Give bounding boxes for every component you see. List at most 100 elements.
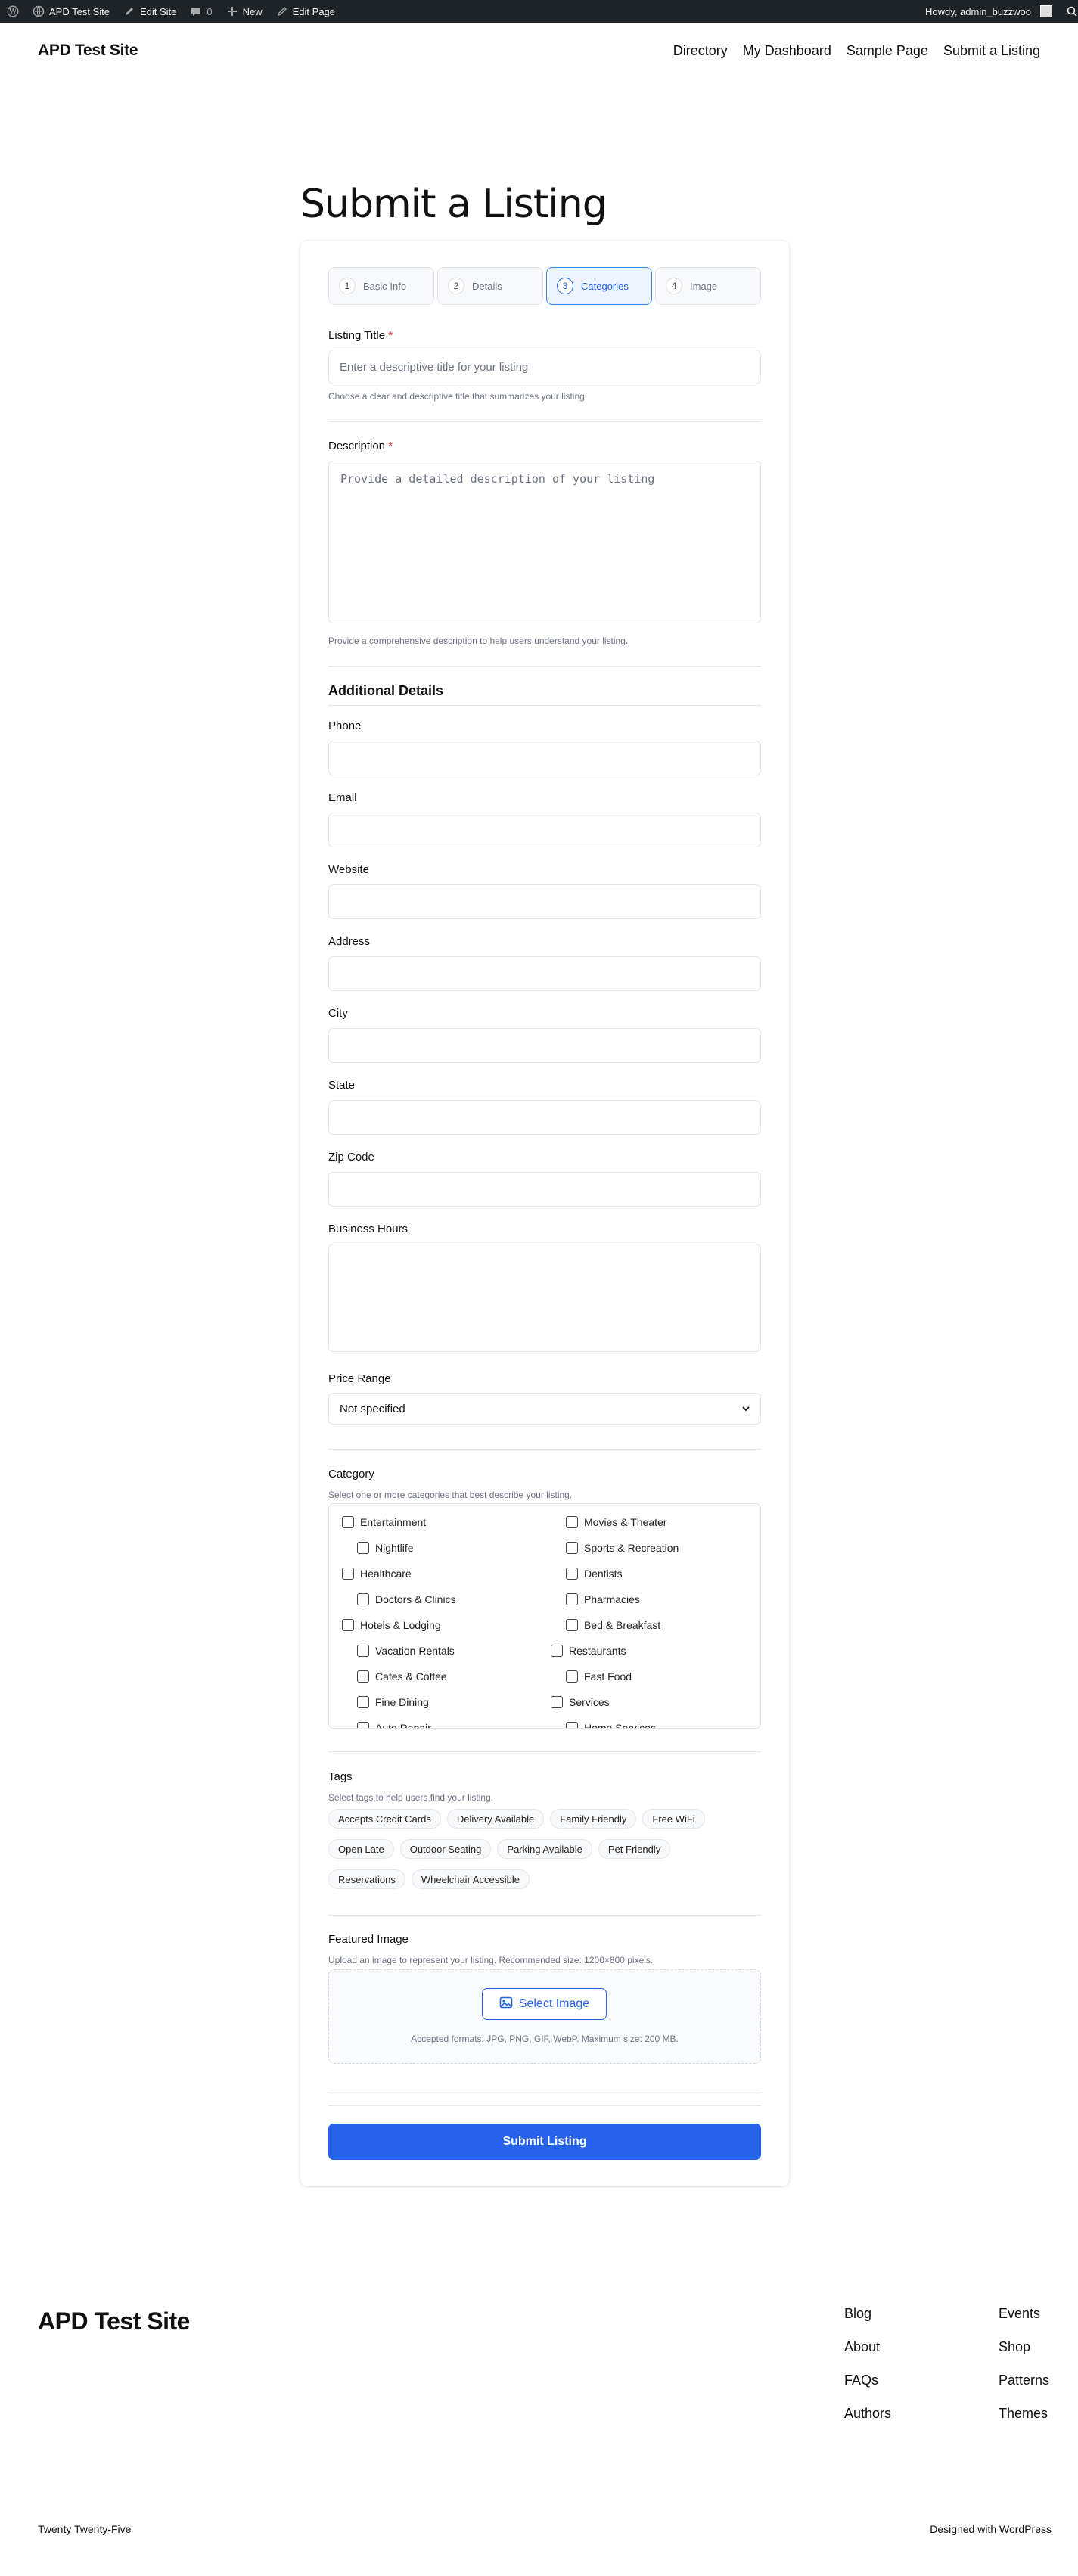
- category-fast-food[interactable]: Fast Food: [566, 1669, 632, 1684]
- new-content-menu[interactable]: New: [219, 0, 269, 23]
- description-textarea[interactable]: Provide a detailed description of your l…: [328, 461, 761, 623]
- footer-nav-column-1: Blog About FAQs Authors: [844, 2306, 891, 2439]
- category-hotels-lodging[interactable]: Hotels & Lodging: [342, 1617, 441, 1633]
- nav-my-dashboard[interactable]: My Dashboard: [743, 43, 831, 59]
- category-checklist[interactable]: Entertainment Movies & Theater Nightlife…: [328, 1503, 761, 1729]
- category-nightlife[interactable]: Nightlife: [357, 1540, 414, 1555]
- divider: [328, 1751, 761, 1752]
- category-doctors-clinics[interactable]: Doctors & Clinics: [357, 1592, 456, 1607]
- tag-reservations[interactable]: Reservations: [328, 1869, 405, 1889]
- footer-link-faqs[interactable]: FAQs: [844, 2372, 891, 2406]
- tag-outdoor-seating[interactable]: Outdoor Seating: [399, 1839, 492, 1859]
- tag-pet-friendly[interactable]: Pet Friendly: [598, 1839, 671, 1859]
- step-basic-info[interactable]: 1 Basic Info: [328, 267, 434, 305]
- footer-link-events[interactable]: Events: [999, 2306, 1049, 2339]
- checkbox[interactable]: [342, 1619, 354, 1631]
- category-sports-recreation[interactable]: Sports & Recreation: [566, 1540, 679, 1555]
- category-restaurants[interactable]: Restaurants: [551, 1643, 626, 1658]
- checkbox[interactable]: [357, 1670, 369, 1683]
- checkbox[interactable]: [551, 1645, 563, 1657]
- my-account-menu[interactable]: Howdy, admin_buzzwoo: [918, 0, 1059, 23]
- footer-link-authors[interactable]: Authors: [844, 2406, 891, 2439]
- category-movies-theater[interactable]: Movies & Theater: [566, 1515, 666, 1530]
- zip-code-input[interactable]: [328, 1172, 761, 1207]
- step-categories[interactable]: 3 Categories: [546, 267, 652, 305]
- footer-link-blog[interactable]: Blog: [844, 2306, 891, 2339]
- comment-icon: [190, 5, 202, 17]
- wordpress-link[interactable]: WordPress: [999, 2523, 1052, 2535]
- step-label: Basic Info: [363, 280, 407, 292]
- step-image[interactable]: 4 Image: [655, 267, 761, 305]
- footer-site-title[interactable]: APD Test Site: [38, 2307, 190, 2335]
- category-label-text: Vacation Rentals: [375, 1645, 455, 1657]
- checkbox[interactable]: [357, 1722, 369, 1728]
- nav-submit-listing[interactable]: Submit a Listing: [943, 43, 1040, 59]
- edit-page-link[interactable]: Edit Page: [269, 0, 342, 23]
- tag-free-wifi[interactable]: Free WiFi: [642, 1809, 705, 1829]
- category-bed-breakfast[interactable]: Bed & Breakfast: [566, 1617, 660, 1633]
- divider: [328, 1449, 761, 1450]
- business-hours-textarea[interactable]: [328, 1244, 761, 1352]
- site-title[interactable]: APD Test Site: [38, 42, 138, 60]
- admin-site-name[interactable]: APD Test Site: [26, 0, 116, 23]
- category-vacation-rentals[interactable]: Vacation Rentals: [357, 1643, 455, 1658]
- admin-search[interactable]: [1059, 0, 1078, 23]
- footer-link-shop[interactable]: Shop: [999, 2339, 1049, 2372]
- website-input[interactable]: [328, 884, 761, 919]
- category-fine-dining[interactable]: Fine Dining: [357, 1695, 429, 1710]
- category-entertainment[interactable]: Entertainment: [342, 1515, 426, 1530]
- checkbox[interactable]: [357, 1542, 369, 1554]
- tag-wheelchair-accessible[interactable]: Wheelchair Accessible: [411, 1869, 530, 1889]
- phone-input[interactable]: [328, 741, 761, 775]
- checkbox[interactable]: [566, 1516, 578, 1528]
- image-upload-area[interactable]: Select Image Accepted formats: JPG, PNG,…: [328, 1969, 761, 2064]
- checkbox[interactable]: [566, 1722, 578, 1728]
- submit-listing-button[interactable]: Submit Listing: [328, 2124, 761, 2160]
- category-pharmacies[interactable]: Pharmacies: [566, 1592, 640, 1607]
- city-input[interactable]: [328, 1028, 761, 1063]
- nav-sample-page[interactable]: Sample Page: [847, 43, 928, 59]
- checkbox[interactable]: [566, 1593, 578, 1605]
- state-input[interactable]: [328, 1100, 761, 1135]
- checkbox[interactable]: [342, 1516, 354, 1528]
- category-home-services[interactable]: Home Services: [566, 1720, 656, 1728]
- theme-name: Twenty Twenty-Five: [38, 2523, 132, 2535]
- checkbox[interactable]: [357, 1696, 369, 1708]
- comments-link[interactable]: 0: [183, 0, 219, 23]
- nav-directory[interactable]: Directory: [673, 43, 728, 59]
- category-healthcare[interactable]: Healthcare: [342, 1566, 412, 1581]
- price-range-select[interactable]: Not specified: [328, 1393, 761, 1425]
- home-icon: [33, 5, 45, 17]
- footer-link-themes[interactable]: Themes: [999, 2406, 1049, 2439]
- tag-family-friendly[interactable]: Family Friendly: [550, 1809, 637, 1829]
- footer-link-about[interactable]: About: [844, 2339, 891, 2372]
- checkbox[interactable]: [551, 1696, 563, 1708]
- footer-link-patterns[interactable]: Patterns: [999, 2372, 1049, 2406]
- checkbox[interactable]: [566, 1670, 578, 1683]
- tag-accepts-credit-cards[interactable]: Accepts Credit Cards: [328, 1809, 441, 1829]
- email-input[interactable]: [328, 813, 761, 847]
- category-services[interactable]: Services: [551, 1695, 610, 1710]
- category-dentists[interactable]: Dentists: [566, 1566, 623, 1581]
- category-cafes-coffee[interactable]: Cafes & Coffee: [357, 1669, 447, 1684]
- tag-open-late[interactable]: Open Late: [328, 1839, 394, 1859]
- checkbox[interactable]: [357, 1645, 369, 1657]
- checkbox[interactable]: [566, 1568, 578, 1580]
- wordpress-logo-menu[interactable]: W: [0, 0, 26, 23]
- checkbox[interactable]: [357, 1593, 369, 1605]
- listing-title-input[interactable]: Enter a descriptive title for your listi…: [328, 350, 761, 384]
- edit-site-link[interactable]: Edit Site: [116, 0, 183, 23]
- step-details[interactable]: 2 Details: [437, 267, 543, 305]
- image-icon: [499, 1996, 513, 2013]
- select-image-button[interactable]: Select Image: [482, 1988, 607, 2020]
- tag-parking-available[interactable]: Parking Available: [497, 1839, 592, 1859]
- new-label: New: [242, 5, 263, 17]
- checkbox[interactable]: [342, 1568, 354, 1580]
- category-label-text: Entertainment: [360, 1516, 427, 1528]
- footer-nav-column-2: Events Shop Patterns Themes: [999, 2306, 1049, 2439]
- tag-delivery-available[interactable]: Delivery Available: [446, 1809, 545, 1829]
- checkbox[interactable]: [566, 1542, 578, 1554]
- address-input[interactable]: [328, 956, 761, 991]
- checkbox[interactable]: [566, 1619, 578, 1631]
- category-auto-repair[interactable]: Auto Repair: [357, 1720, 431, 1728]
